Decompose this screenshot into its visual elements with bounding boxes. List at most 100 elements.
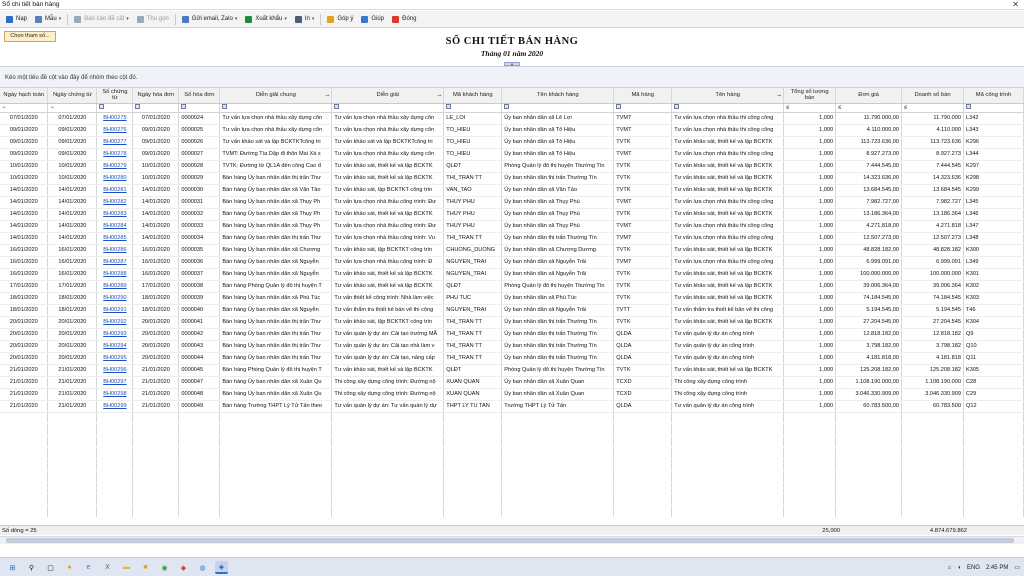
pin-icon[interactable]: ⊸: [777, 93, 781, 99]
table-row[interactable]: 21/01/2020 21/01/2020 BH00297 21/01/2020 000…: [0, 376, 1024, 389]
filter-icon[interactable]: [674, 104, 680, 110]
cell-so_ct[interactable]: BH00297: [96, 376, 134, 389]
cell-so_ct[interactable]: BH00280: [96, 172, 134, 185]
table-row[interactable]: 16/01/2020 16/01/2020 BH00288 16/01/2020 000…: [0, 268, 1024, 281]
clock[interactable]: 2:45 PM: [986, 565, 1008, 571]
cell-so_ct[interactable]: BH00294: [96, 340, 134, 353]
cell-so_ct[interactable]: BH00295: [96, 352, 134, 365]
notification-icon[interactable]: ▭: [1014, 564, 1020, 571]
table-row[interactable]: 17/01/2020 17/01/2020 BH00289 17/01/2020 000…: [0, 280, 1024, 293]
chevron-down-icon[interactable]: ▾: [126, 16, 129, 22]
pin-icon[interactable]: ⊸: [437, 93, 441, 99]
column-header-dien_giai[interactable]: Diễn giải ⊸: [331, 88, 445, 104]
table-row[interactable]: 18/01/2020 18/01/2020 BH00291 18/01/2020 000…: [0, 304, 1024, 317]
toolbar-button-2[interactable]: Báo cáo đã cất ▾: [70, 12, 133, 27]
chevron-down-icon[interactable]: ▾: [59, 16, 62, 22]
column-header-ngay_ht[interactable]: Ngày hạch toán: [0, 88, 49, 104]
filter-icon[interactable]: [446, 104, 452, 110]
table-row[interactable]: 07/01/2020 07/01/2020 BH00275 07/01/2020 000…: [0, 112, 1024, 125]
table-row[interactable]: 14/01/2020 14/01/2020 BH00284 14/01/2020 000…: [0, 220, 1024, 233]
column-header-ma_ct[interactable]: Mã công trình: [963, 88, 1024, 104]
cell-so_ct[interactable]: BH00299: [96, 400, 134, 413]
cell-so_ct[interactable]: BH00283: [96, 208, 134, 221]
table-row[interactable]: 20/01/2020 20/01/2020 BH00292 20/01/2020 000…: [0, 316, 1024, 329]
toolbar-button-4[interactable]: Gửi email, Zalo ▾: [178, 12, 242, 27]
filter-cell-dien_giai_chung[interactable]: [219, 103, 333, 113]
task-view-icon[interactable]: ▢: [44, 561, 57, 574]
filter-cell-ngay_ct[interactable]: −: [47, 103, 98, 113]
toolbar-button-7[interactable]: Góp ý: [323, 12, 357, 27]
column-header-doanh_so[interactable]: Doanh số bán: [901, 88, 964, 104]
active-app-icon[interactable]: ◈: [215, 561, 228, 574]
cell-so_ct[interactable]: BH00278: [96, 148, 134, 161]
column-header-so_ct[interactable]: Số chứng từ: [96, 88, 134, 104]
cell-so_ct[interactable]: BH00275: [96, 112, 134, 125]
filter-cell-ma_ct[interactable]: [963, 103, 1024, 113]
table-row[interactable]: 21/01/2020 21/01/2020 BH00298 21/01/2020 000…: [0, 388, 1024, 401]
filter-cell-so_ct[interactable]: [96, 103, 134, 113]
toolbar-button-6[interactable]: In ▾: [291, 12, 319, 27]
toolbar-button-5[interactable]: Xuất khẩu ▾: [241, 12, 291, 27]
column-header-ten_kh[interactable]: Tên khách hàng: [501, 88, 615, 104]
horizontal-scrollbar[interactable]: [0, 536, 1024, 544]
column-header-ngay_hd[interactable]: Ngày hóa đơn: [132, 88, 180, 104]
cell-so_ct[interactable]: BH00296: [96, 364, 134, 377]
misa-icon[interactable]: ◆: [177, 561, 190, 574]
filter-icon[interactable]: −: [50, 105, 54, 111]
filter-cell-ma_hang[interactable]: [613, 103, 673, 113]
filter-icon[interactable]: −: [2, 105, 6, 111]
network-icon[interactable]: ⌂: [948, 565, 952, 571]
cell-so_ct[interactable]: BH00276: [96, 124, 134, 137]
group-by-panel[interactable]: Kéo một tiêu đề cột vào đây để nhóm theo…: [0, 66, 1024, 88]
table-row[interactable]: 20/01/2020 20/01/2020 BH00294 20/01/2020 000…: [0, 340, 1024, 353]
table-row[interactable]: 10/01/2020 10/01/2020 BH00280 10/01/2020 000…: [0, 172, 1024, 185]
filter-icon[interactable]: ≤: [786, 105, 789, 111]
table-row[interactable]: 10/01/2020 10/01/2020 BH00279 10/01/2020 000…: [0, 160, 1024, 173]
column-header-dien_giai_chung[interactable]: Diễn giải chung ⊸: [219, 88, 333, 104]
filter-icon[interactable]: [504, 104, 510, 110]
column-header-ngay_ct[interactable]: Ngày chứng từ: [47, 88, 98, 104]
table-row[interactable]: 09/01/2020 09/01/2020 BH00276 09/01/2020 000…: [0, 124, 1024, 137]
excel-icon[interactable]: X: [101, 561, 114, 574]
filter-cell-ngay_hd[interactable]: [132, 103, 180, 113]
filter-cell-ten_kh[interactable]: [501, 103, 615, 113]
cell-so_ct[interactable]: BH00289: [96, 280, 134, 293]
cell-so_ct[interactable]: BH00288: [96, 268, 134, 281]
column-header-ten_hang[interactable]: Tên hàng ⊸: [671, 88, 785, 104]
scrollbar-thumb[interactable]: [6, 538, 1014, 543]
column-header-sl[interactable]: Tổng số lượng bán: [783, 88, 837, 104]
filter-cell-ma_kh[interactable]: [443, 103, 503, 113]
column-header-don_gia[interactable]: Đơn giá: [835, 88, 903, 104]
pin-icon[interactable]: ⊸: [325, 93, 329, 99]
toolbar-button-1[interactable]: Mẫu ▾: [31, 12, 65, 27]
table-row[interactable]: 16/01/2020 16/01/2020 BH00287 16/01/2020 000…: [0, 256, 1024, 269]
cell-so_ct[interactable]: BH00284: [96, 220, 134, 233]
cell-so_ct[interactable]: BH00282: [96, 196, 134, 209]
table-row[interactable]: 14/01/2020 14/01/2020 BH00285 14/01/2020 000…: [0, 232, 1024, 245]
filter-icon[interactable]: ≤: [838, 105, 841, 111]
table-row[interactable]: 21/01/2020 21/01/2020 BH00296 21/01/2020 000…: [0, 364, 1024, 377]
cell-so_ct[interactable]: BH00291: [96, 304, 134, 317]
window-close-icon[interactable]: ✕: [1012, 0, 1019, 9]
filter-cell-dien_giai[interactable]: [331, 103, 445, 113]
table-row[interactable]: 20/01/2020 20/01/2020 BH00295 20/01/2020 000…: [0, 352, 1024, 365]
explorer-icon[interactable]: ▬: [120, 561, 133, 574]
table-row[interactable]: 09/01/2020 09/01/2020 BH00278 09/01/2020 000…: [0, 148, 1024, 161]
cell-so_ct[interactable]: BH00279: [96, 160, 134, 173]
toolbar-button-3[interactable]: Thu gọn: [133, 12, 173, 27]
cell-so_ct[interactable]: BH00287: [96, 256, 134, 269]
chrome-icon[interactable]: ◍: [196, 561, 209, 574]
filter-icon[interactable]: [99, 104, 105, 110]
chevron-down-icon[interactable]: ▾: [235, 16, 238, 22]
filter-cell-ten_hang[interactable]: [671, 103, 785, 113]
search-icon[interactable]: ⚲: [25, 561, 38, 574]
volume-icon[interactable]: ◖: [957, 565, 961, 571]
filter-icon[interactable]: [965, 104, 971, 110]
column-header-so_hd[interactable]: Số hóa đơn: [178, 88, 221, 104]
cell-so_ct[interactable]: BH00293: [96, 328, 134, 341]
app-icon[interactable]: ◉: [158, 561, 171, 574]
toolbar-button-0[interactable]: Nạp: [2, 12, 31, 27]
filter-cell-don_gia[interactable]: ≤: [835, 103, 903, 113]
cell-so_ct[interactable]: BH00281: [96, 184, 134, 197]
chrome-icon[interactable]: ●: [63, 561, 76, 574]
